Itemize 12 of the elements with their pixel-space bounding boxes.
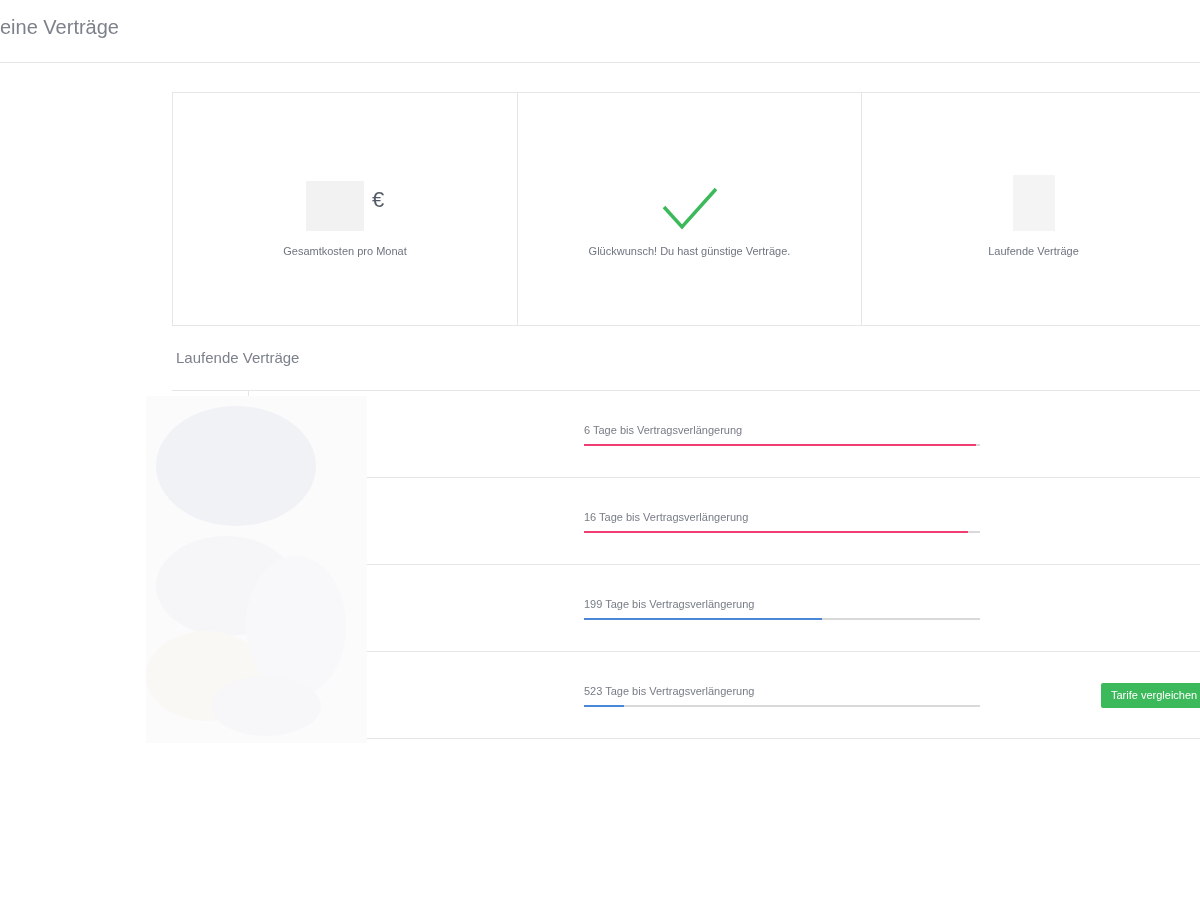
summary-label: Gesamtkosten pro Monat <box>283 243 407 259</box>
renewal-label: 523 Tage bis Vertragsverlängerung <box>584 684 756 700</box>
summary-label: Glückwunsch! Du hast günstige Verträge. <box>588 243 791 259</box>
renewal-label: 199 Tage bis Vertragsverlängerung <box>584 597 756 613</box>
section-title: Laufende Verträge <box>176 347 300 368</box>
checkmark-icon <box>661 186 718 231</box>
compare-tariffs-button[interactable]: Tarife vergleichen <box>1101 682 1200 708</box>
currency-symbol: € <box>371 188 385 211</box>
summary-label: Laufende Verträge <box>988 243 1079 259</box>
renewal-label: 6 Tage bis Vertragsverlängerung <box>584 423 744 439</box>
page-title: eine Verträge <box>0 15 119 40</box>
renewal-label: 16 Tage bis Vertragsverlängerung <box>584 510 750 526</box>
